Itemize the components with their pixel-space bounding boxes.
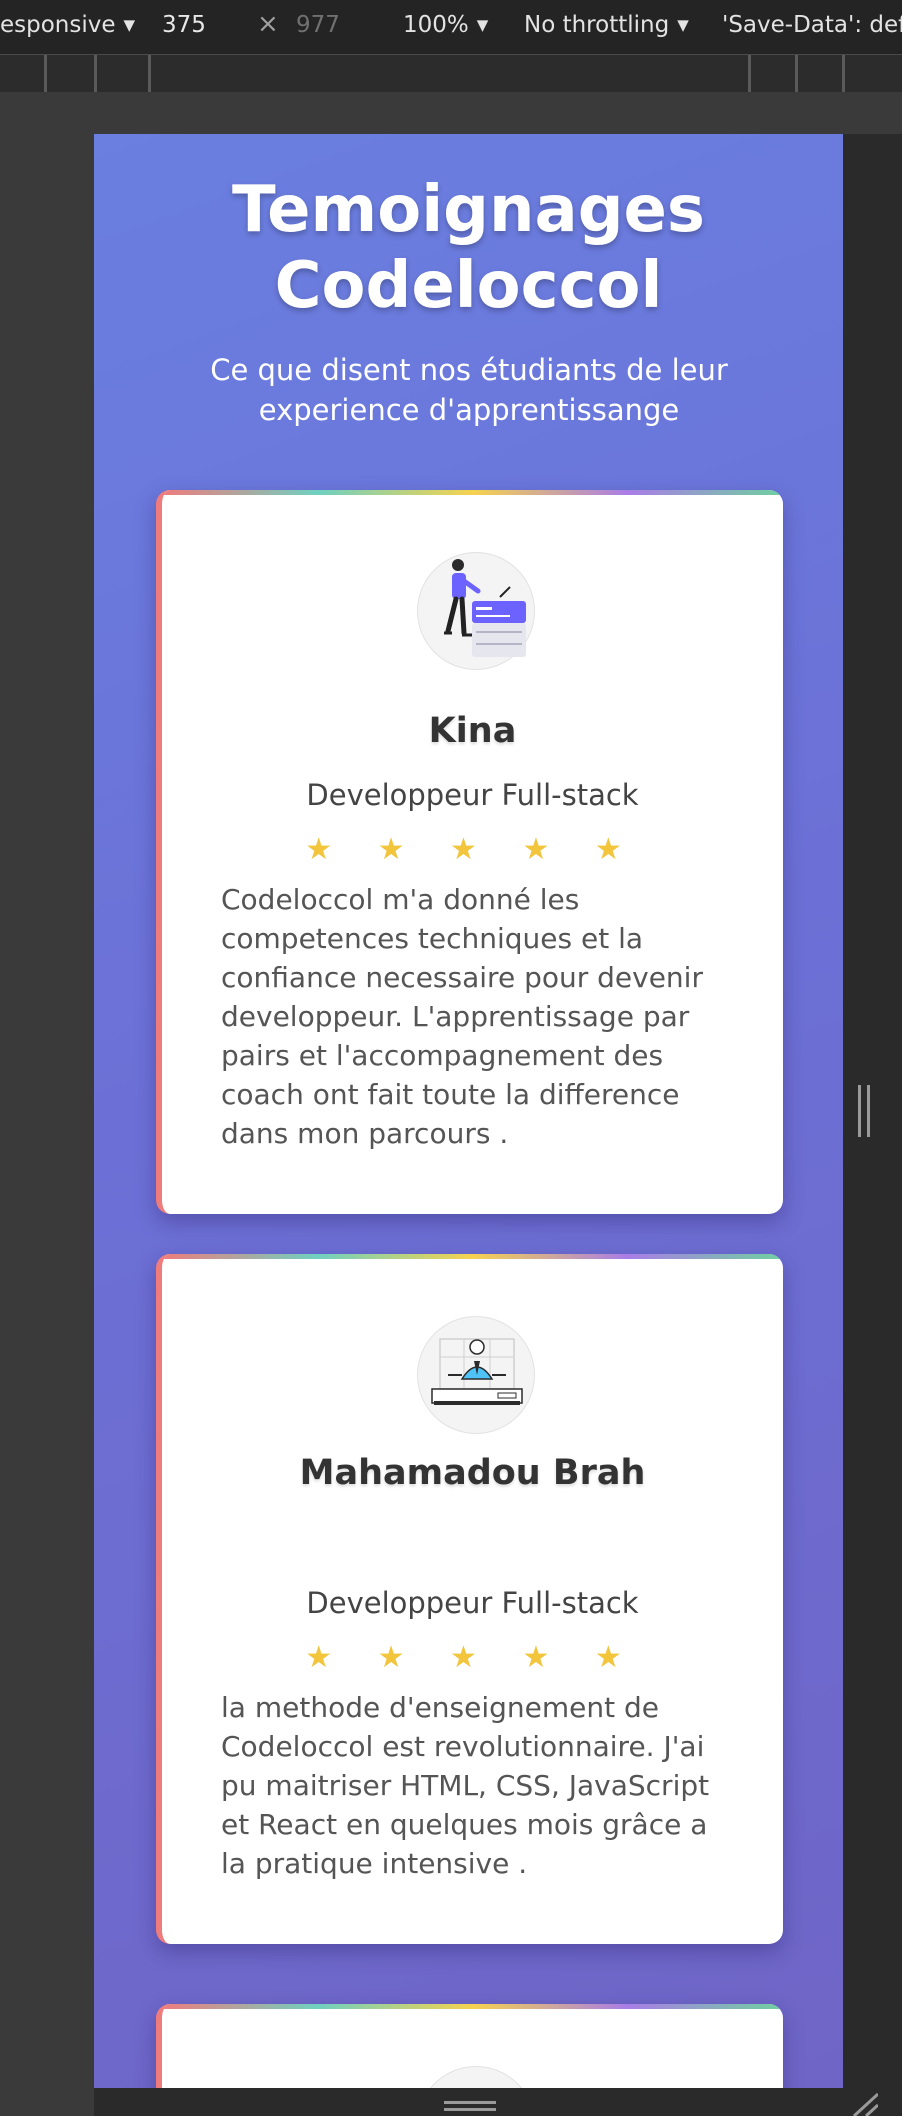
throttling-label: No throttling	[524, 12, 670, 38]
ruler-tick	[44, 55, 47, 92]
viewport-bottom-edge	[94, 2088, 902, 2116]
testimonial-card	[156, 2004, 783, 2088]
avatar	[417, 2066, 535, 2088]
device-select[interactable]: esponsive ▼	[0, 12, 135, 38]
person-at-printer-illustration-icon	[444, 559, 526, 657]
width-input[interactable]: 375	[162, 12, 206, 38]
ruler-tick	[148, 55, 151, 92]
chevron-down-icon: ▼	[677, 16, 689, 34]
testimonial-quote: Codeloccol m'a donné les competences tec…	[221, 883, 703, 1150]
resize-corner-icon[interactable]	[848, 2090, 878, 2116]
ruler-tick	[748, 55, 751, 92]
page-title: Temoignages Codeloccol	[94, 172, 843, 324]
testimonial-role: Developpeur Full-stack	[306, 1586, 639, 1620]
chevron-down-icon: ▼	[476, 16, 489, 34]
zoom-label: 100%	[403, 12, 469, 38]
person-at-desk-illustration-icon	[431, 1338, 523, 1405]
testimonial-quote: la methode d'enseignement de Codeloccol …	[221, 1691, 710, 1880]
save-data-select[interactable]: 'Save-Data': def	[722, 12, 902, 38]
resize-handle-bottom[interactable]	[444, 2101, 496, 2111]
close-icon: ×	[257, 9, 279, 39]
avatar	[417, 552, 535, 670]
star-rating: ★ ★ ★ ★ ★	[305, 1640, 640, 1675]
zoom-select[interactable]: 100% ▼	[403, 12, 488, 38]
page-title-line: Codeloccol	[274, 249, 663, 323]
ruler-tick	[842, 55, 845, 92]
card-accent-bar	[162, 1254, 783, 1259]
device-label: esponsive	[0, 12, 116, 38]
media-query-ruler[interactable]	[0, 55, 902, 93]
card-accent-bar	[162, 490, 783, 495]
card-accent-bar	[162, 2004, 783, 2009]
page-title-line: Temoignages	[231, 173, 706, 247]
viewport-right-edge	[843, 134, 902, 2088]
testimonial-card: Mahamadou Brah Developpeur Full-stack ★ …	[156, 1254, 783, 1944]
throttling-select[interactable]: No throttling ▼	[524, 12, 689, 38]
testimonial-card: Kina Developpeur Full-stack ★ ★ ★ ★ ★ Co…	[156, 490, 783, 1214]
avatar	[417, 1316, 535, 1434]
height-input[interactable]: 977	[296, 12, 340, 38]
ruler-tick	[94, 55, 97, 92]
ruler-tick	[795, 55, 798, 92]
testimonial-role: Developpeur Full-stack	[306, 778, 639, 812]
chevron-down-icon: ▼	[123, 16, 136, 34]
emulated-page: Temoignages Codeloccol Ce que disent nos…	[94, 134, 843, 2088]
page-subtitle: Ce que disent nos étudiants de leur expe…	[210, 353, 728, 427]
resize-handle-right[interactable]	[858, 1085, 870, 1137]
testimonial-name: Mahamadou Brah	[299, 1453, 646, 1493]
devtools-device-toolbar: esponsive ▼ 375 × 977 100% ▼ No throttling…	[0, 0, 902, 55]
testimonial-name: Kina	[428, 711, 517, 751]
star-rating: ★ ★ ★ ★ ★	[305, 832, 640, 867]
